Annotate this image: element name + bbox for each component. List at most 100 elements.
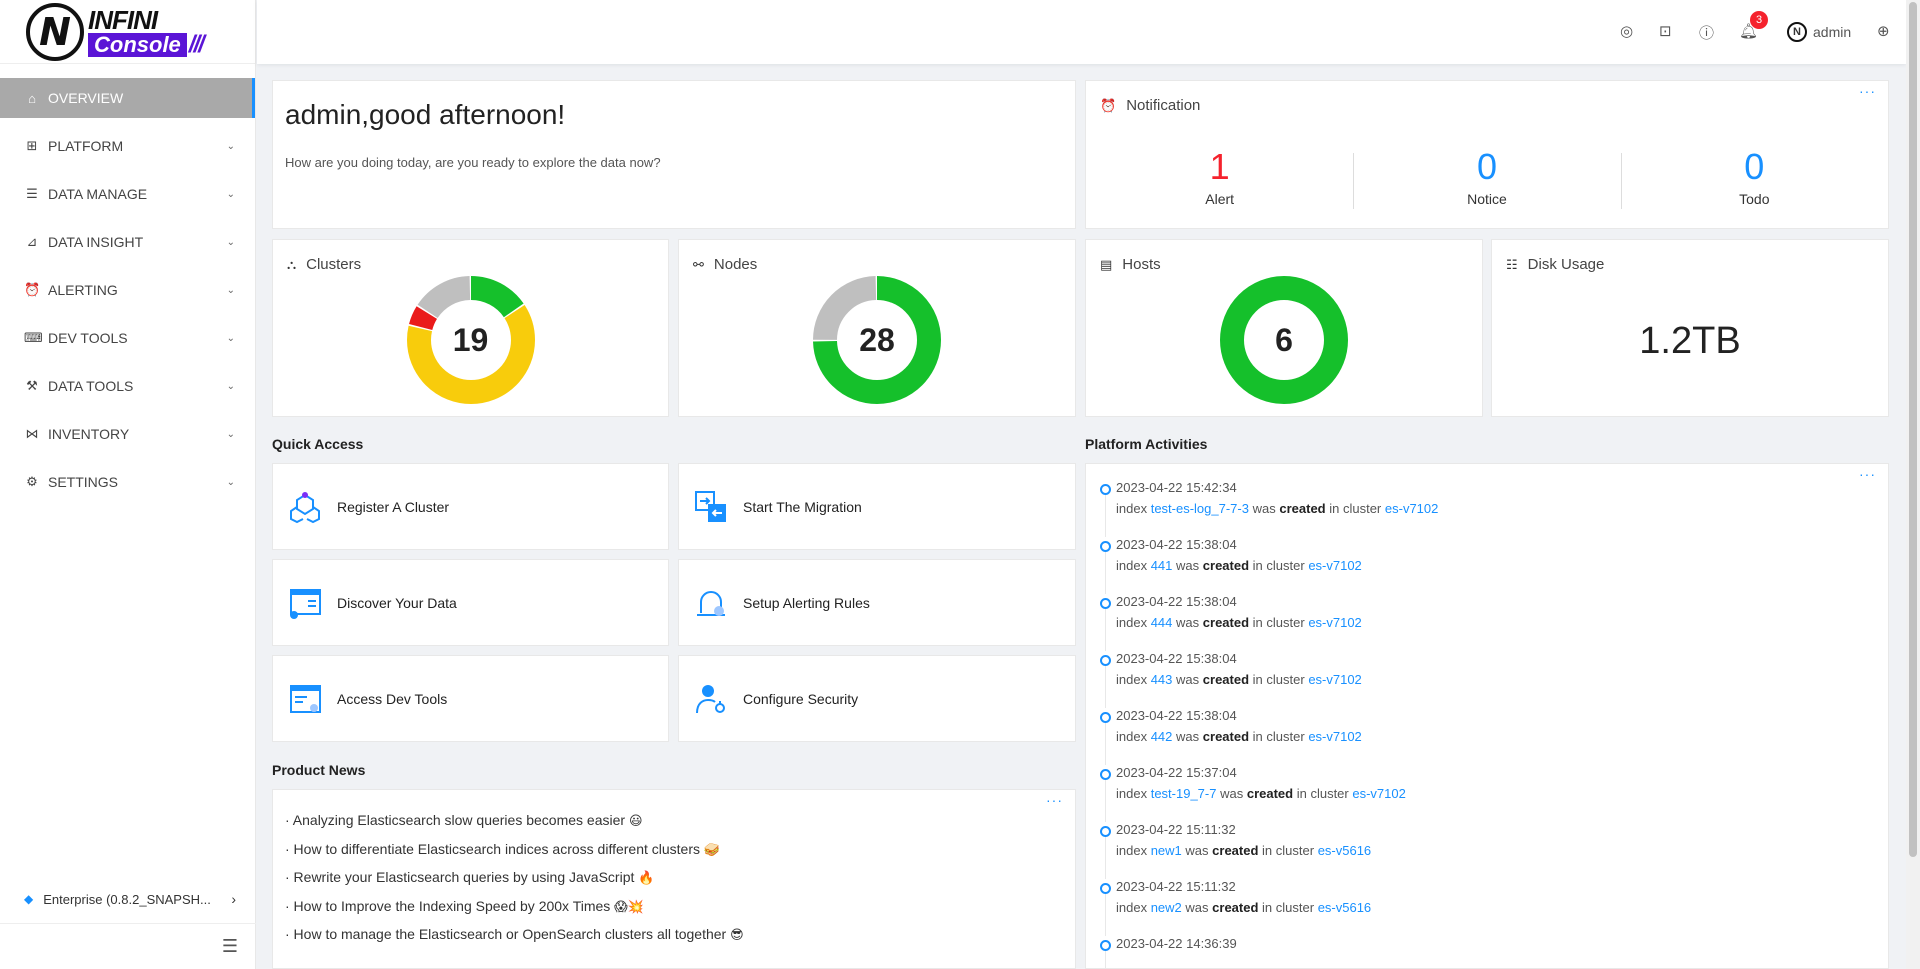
top-header: ◎ ⊡ ⓘ 🔔︎ 3 N admin ⊕ [257, 0, 1906, 64]
sidebar-item-label: INVENTORY [48, 426, 130, 442]
activity-time: 2023-04-22 15:38:04 [1116, 708, 1237, 723]
brand-logo[interactable]: N INFINI Console /// [0, 0, 255, 64]
activity-timeline: 2023-04-22 15:42:34 index test-es-log_7-7… [1100, 480, 1438, 968]
chevron-down-icon: ⌄ [226, 428, 235, 440]
console-icon[interactable]: ⊡ [1659, 22, 1672, 40]
news-item[interactable]: · How to Improve the Indexing Speed by 2… [285, 898, 744, 927]
product-news-card: ··· · Analyzing Elasticsearch slow queri… [272, 789, 1076, 969]
notification-badge: 3 [1750, 11, 1768, 29]
disk-title: Disk Usage [1527, 256, 1605, 273]
cluster-link[interactable]: es-v7102 [1308, 672, 1361, 687]
index-link[interactable]: new2 [1151, 900, 1182, 915]
disk-usage-value: 1.2TB [1639, 320, 1741, 362]
sidebar-item-settings[interactable]: ⚙ SETTINGS ⌄ [0, 462, 255, 502]
hosts-count: 6 [1275, 321, 1293, 358]
news-emoji-icon: 😱💥 [614, 898, 644, 914]
activity-desc: index test-es-log_7-7-3 was created in c… [1116, 501, 1439, 516]
sidebar-item-label: ALERTING [48, 282, 118, 298]
index-link[interactable]: 441 [1151, 558, 1173, 573]
gear-icon: ⚙ [26, 474, 38, 489]
cluster-link[interactable]: es-v5616 [1318, 900, 1371, 915]
alerting-rules-link[interactable]: Setup Alerting Rules [678, 559, 1076, 646]
nodes-title: Nodes [713, 256, 758, 273]
quick-access-title: Quick Access [272, 436, 364, 452]
cluster-link[interactable]: es-v5616 [1318, 843, 1371, 858]
language-icon[interactable]: ⊕ [1877, 22, 1890, 40]
sidebar-item-dev-tools[interactable]: ⌨ DEV TOOLS ⌄ [0, 318, 255, 358]
news-emoji-icon: 🥪 [703, 841, 721, 857]
index-link[interactable]: test-es-log_7-7-3 [1151, 501, 1249, 516]
notification-card: ··· ⏰ Notification 1 Alert 0 Notice 0 To… [1085, 80, 1889, 229]
cluster-register-icon [290, 491, 320, 523]
clusters-card[interactable]: ⛬ Clusters 19 [272, 239, 669, 417]
index-link[interactable]: new1 [1151, 843, 1182, 858]
node-icon: ⚯ [693, 256, 704, 272]
hosts-title: Hosts [1122, 256, 1161, 273]
discover-data-link[interactable]: Discover Your Data [272, 559, 669, 646]
nodes-card[interactable]: ⚯ Nodes 28 [678, 239, 1076, 417]
avatar[interactable]: N [1787, 22, 1807, 42]
logo-slashes: /// [188, 30, 205, 58]
tool-icon: ⚒ [26, 378, 38, 393]
user-security-icon [696, 684, 725, 713]
activity-item: 2023-04-22 15:11:32 index new1 was create… [1100, 822, 1438, 879]
activities-more-icon[interactable]: ··· [1859, 466, 1876, 482]
sidebar-item-platform[interactable]: ⊞ PLATFORM ⌄ [0, 126, 255, 166]
news-item[interactable]: · Rewrite your Elasticsearch queries by … [285, 869, 744, 898]
greeting-title: admin,good afternoon! [285, 99, 566, 130]
index-link[interactable]: test-19_7-7 [1151, 786, 1217, 801]
cluster-link[interactable]: es-v7102 [1308, 615, 1361, 630]
activity-item: 2023-04-22 15:42:34 index test-es-log_7-7… [1100, 480, 1438, 537]
sidebar-item-alerting[interactable]: ⏰ ALERTING ⌄ [0, 270, 255, 310]
news-item[interactable]: · How to differentiate Elasticsearch ind… [285, 841, 744, 870]
notification-counts: 1 Alert 0 Notice 0 Todo [1086, 147, 1888, 209]
start-migration-link[interactable]: Start The Migration [678, 463, 1076, 550]
news-more-icon[interactable]: ··· [1046, 792, 1063, 808]
register-cluster-link[interactable]: Register A Cluster [272, 463, 669, 550]
sidebar-item-label: PLATFORM [48, 138, 124, 154]
sidebar-item-label: OVERVIEW [48, 90, 124, 106]
activity-time: 2023-04-22 15:38:04 [1116, 651, 1237, 666]
configure-security-link[interactable]: Configure Security [678, 655, 1076, 742]
clusters-title: Clusters [306, 256, 362, 273]
notice-count[interactable]: 0 Notice [1353, 147, 1620, 209]
menu-fold-icon[interactable]: ☰ [222, 936, 238, 957]
help-icon[interactable]: ⓘ [1699, 22, 1714, 43]
news-title: · Analyzing Elasticsearch slow queries b… [285, 812, 626, 828]
sidebar-item-label: DATA INSIGHT [48, 234, 144, 250]
page-scrollbar[interactable] [1906, 0, 1920, 969]
activity-time: 2023-04-22 14:36:39 [1116, 936, 1237, 951]
nodes-donut: 28 [813, 276, 941, 404]
sidebar-item-data-manage[interactable]: ☰ DATA MANAGE ⌄ [0, 174, 255, 214]
platform-activities-card: ··· 2023-04-22 15:42:34 index test-es-log… [1085, 463, 1889, 969]
logo-infini-text: INFINI [88, 4, 158, 35]
alert-count[interactable]: 1 Alert [1086, 147, 1353, 208]
collapse-bar: ☰ [0, 923, 256, 969]
todo-count[interactable]: 0 Todo [1620, 147, 1888, 209]
cluster-link[interactable]: es-v7102 [1308, 729, 1361, 744]
cluster-link[interactable]: es-v7102 [1352, 786, 1405, 801]
hosts-card[interactable]: ▤ Hosts 6 [1085, 239, 1483, 417]
disk-usage-card[interactable]: ☷ Disk Usage 1.2TB [1491, 239, 1889, 417]
dev-tools-link[interactable]: Access Dev Tools [272, 655, 669, 742]
globe-network-icon[interactable]: ◎ [1620, 22, 1633, 40]
cluster-link[interactable]: es-v7102 [1308, 558, 1361, 573]
migration-icon [695, 490, 726, 522]
news-title: · How to differentiate Elasticsearch ind… [285, 840, 701, 857]
nodes-count: 28 [859, 321, 895, 358]
index-link[interactable]: 442 [1151, 729, 1173, 744]
sidebar-item-label: DATA MANAGE [48, 186, 148, 202]
index-link[interactable]: 444 [1151, 615, 1173, 630]
more-icon[interactable]: ··· [1859, 83, 1876, 99]
chevron-down-icon: ⌄ [226, 380, 235, 392]
cluster-link[interactable]: es-v7102 [1385, 501, 1438, 516]
index-link[interactable]: 443 [1151, 672, 1173, 687]
news-item[interactable]: · Analyzing Elasticsearch slow queries b… [285, 812, 744, 841]
user-name[interactable]: admin [1813, 24, 1851, 40]
news-item[interactable]: · How to manage the Elasticsearch or Ope… [285, 926, 744, 955]
sidebar-item-data-tools[interactable]: ⚒ DATA TOOLS ⌄ [0, 366, 255, 406]
sidebar-item-data-insight[interactable]: ⊿ DATA INSIGHT ⌄ [0, 222, 255, 262]
sidebar-item-inventory[interactable]: ⋈ INVENTORY ⌄ [0, 414, 255, 454]
sidebar-item-overview[interactable]: ⌂OVERVIEW⌄ [0, 78, 255, 118]
enterprise-version[interactable]: ◆ Enterprise (0.8.2_SNAPSH... › [0, 879, 256, 919]
